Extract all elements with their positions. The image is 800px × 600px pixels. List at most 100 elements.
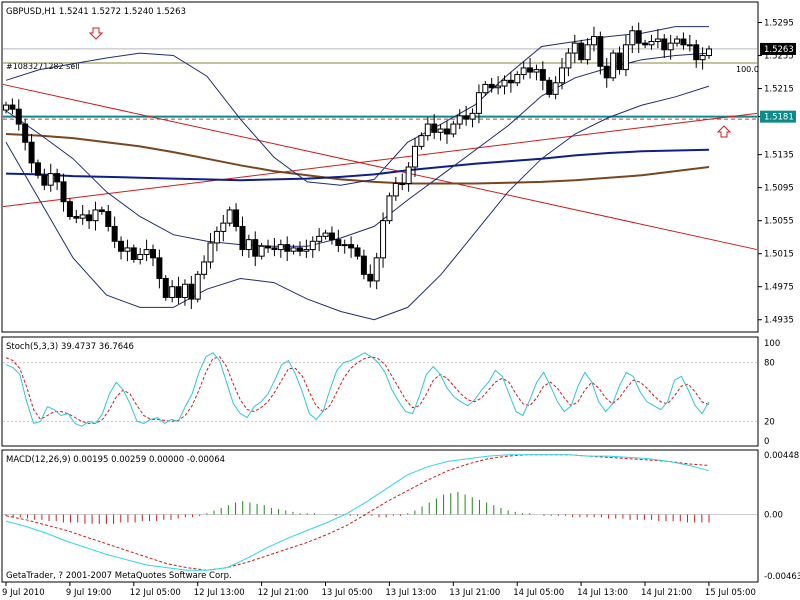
- time-tick-label: 12 Jul 13:00: [194, 588, 245, 598]
- time-tick-label: 12 Jul 21:00: [258, 588, 309, 598]
- candle-bear: [488, 83, 495, 89]
- candle-bull: [629, 30, 636, 46]
- candle-bull: [469, 112, 476, 120]
- candle-bear: [60, 181, 67, 203]
- candle-bull: [610, 52, 617, 79]
- candle-bear: [539, 69, 546, 81]
- candle-bear: [28, 141, 35, 164]
- candle-bull: [47, 173, 54, 186]
- time-tick-label: 14 Jul 13:00: [577, 588, 628, 598]
- stochastic-tick-label: 80: [764, 359, 775, 369]
- stochastic-tick-label: 100: [764, 339, 780, 349]
- candle-bull: [495, 85, 502, 89]
- candle-bear: [175, 286, 182, 298]
- candle-bull: [341, 244, 348, 247]
- candle-bear: [111, 225, 118, 242]
- candle-bear: [54, 173, 61, 183]
- candle-bull: [475, 92, 482, 114]
- candle-bear: [98, 209, 105, 213]
- candle-bull: [137, 254, 144, 260]
- price-tick-label: 1.5015: [764, 250, 794, 260]
- candle-bull: [699, 55, 706, 61]
- time-tick-label: 13 Jul 05:00: [322, 588, 373, 598]
- horizontal-price-box: 1.5181: [760, 110, 796, 123]
- candle-bear: [507, 79, 514, 84]
- candle-bull: [303, 249, 310, 252]
- candle-bear: [130, 247, 137, 260]
- price-tick-label: 1.4935: [764, 316, 794, 326]
- candle-bull: [501, 79, 508, 87]
- candle-bear: [680, 38, 687, 46]
- candle-bull: [456, 115, 463, 125]
- horizontal-price-label: 1.5181: [764, 113, 794, 123]
- candle-bull: [3, 104, 9, 111]
- macd-tick-label: -0.00463: [764, 572, 800, 582]
- candle-bull: [258, 245, 265, 257]
- candle-bull: [124, 247, 131, 252]
- candle-bull: [220, 222, 227, 232]
- candle-bear: [431, 123, 438, 133]
- candle-bear: [188, 283, 195, 300]
- time-tick-label: 9 Jul 19:00: [66, 588, 112, 598]
- candle-bull: [277, 244, 284, 251]
- candle-bull: [316, 235, 323, 242]
- time-tick-label: 12 Jul 05:00: [130, 588, 181, 598]
- candle-bull: [309, 240, 316, 251]
- candle-bear: [335, 239, 342, 246]
- stochastic-title: Stoch(5,3,3) 39.4737 36.7646: [6, 342, 134, 352]
- current-price-label: 1.5263: [764, 45, 794, 55]
- candle-bear: [118, 240, 125, 252]
- candle-bear: [527, 67, 534, 73]
- price-tick-label: 1.5215: [764, 85, 794, 95]
- candle-bull: [590, 36, 597, 46]
- candle-bull: [622, 44, 629, 71]
- candle-bull: [648, 41, 655, 46]
- candle-bear: [603, 65, 610, 79]
- candle-bull: [482, 83, 489, 94]
- candle-bull: [245, 239, 252, 251]
- candle-bear: [546, 79, 553, 95]
- price-tick-label: 1.5095: [764, 184, 794, 194]
- stochastic-panel-frame: [1, 336, 759, 447]
- candle-bull: [405, 166, 412, 185]
- price-panel: GBPUSD,H1 1.5241 1.5272 1.5240 1.5263 #1…: [1, 1, 796, 333]
- trading-chart: GBPUSD,H1 1.5241 1.5272 1.5240 1.5263 #1…: [1, 1, 800, 598]
- candle-bear: [578, 42, 585, 61]
- candle-bear: [296, 247, 303, 252]
- time-axis: 9 Jul 2010 9 Jul 19:00 12 Jul 05:00 12 Jul …: [2, 582, 756, 598]
- candle-bear: [693, 44, 700, 61]
- candle-bear: [597, 36, 604, 67]
- candle-bull: [686, 44, 693, 47]
- candle-bear: [66, 201, 73, 218]
- price-tick-label: 1.5055: [764, 217, 794, 227]
- candle-bull: [226, 209, 233, 224]
- candle-bull: [706, 48, 712, 57]
- candle-bear: [661, 38, 668, 51]
- candle-bear: [9, 104, 16, 110]
- candle-bear: [443, 128, 450, 135]
- stochastic-axis: 100 80 20 0: [764, 339, 780, 447]
- candle-bear: [15, 108, 22, 125]
- candle-bear: [149, 249, 156, 259]
- macd-tick-label: 0.00: [764, 511, 783, 521]
- candle-bull: [169, 286, 176, 298]
- candle-bull: [143, 249, 150, 256]
- candle-bull: [533, 69, 540, 73]
- candle-bull: [412, 145, 419, 168]
- candle-bull: [213, 230, 220, 244]
- time-tick-label: 14 Jul 05:00: [513, 588, 564, 598]
- candle-bull: [571, 42, 578, 54]
- candle-bull: [667, 42, 674, 51]
- macd-axis: 0.00448 0.00 -0.00463: [764, 451, 800, 582]
- time-tick-label: 14 Jul 21:00: [641, 588, 692, 598]
- candle-bull: [373, 257, 380, 282]
- candle-bear: [41, 174, 48, 186]
- stochastic-tick-label: 20: [764, 417, 775, 427]
- candle-bear: [239, 225, 246, 251]
- candle-bull: [380, 220, 387, 259]
- stochastic-panel: Stoch(5,3,3) 39.4737 36.7646 100 80 20 0: [1, 336, 780, 447]
- current-price-box: 1.5263: [760, 42, 796, 55]
- candle-bear: [616, 52, 623, 71]
- candle-bull: [392, 183, 399, 197]
- candle-bear: [265, 245, 272, 249]
